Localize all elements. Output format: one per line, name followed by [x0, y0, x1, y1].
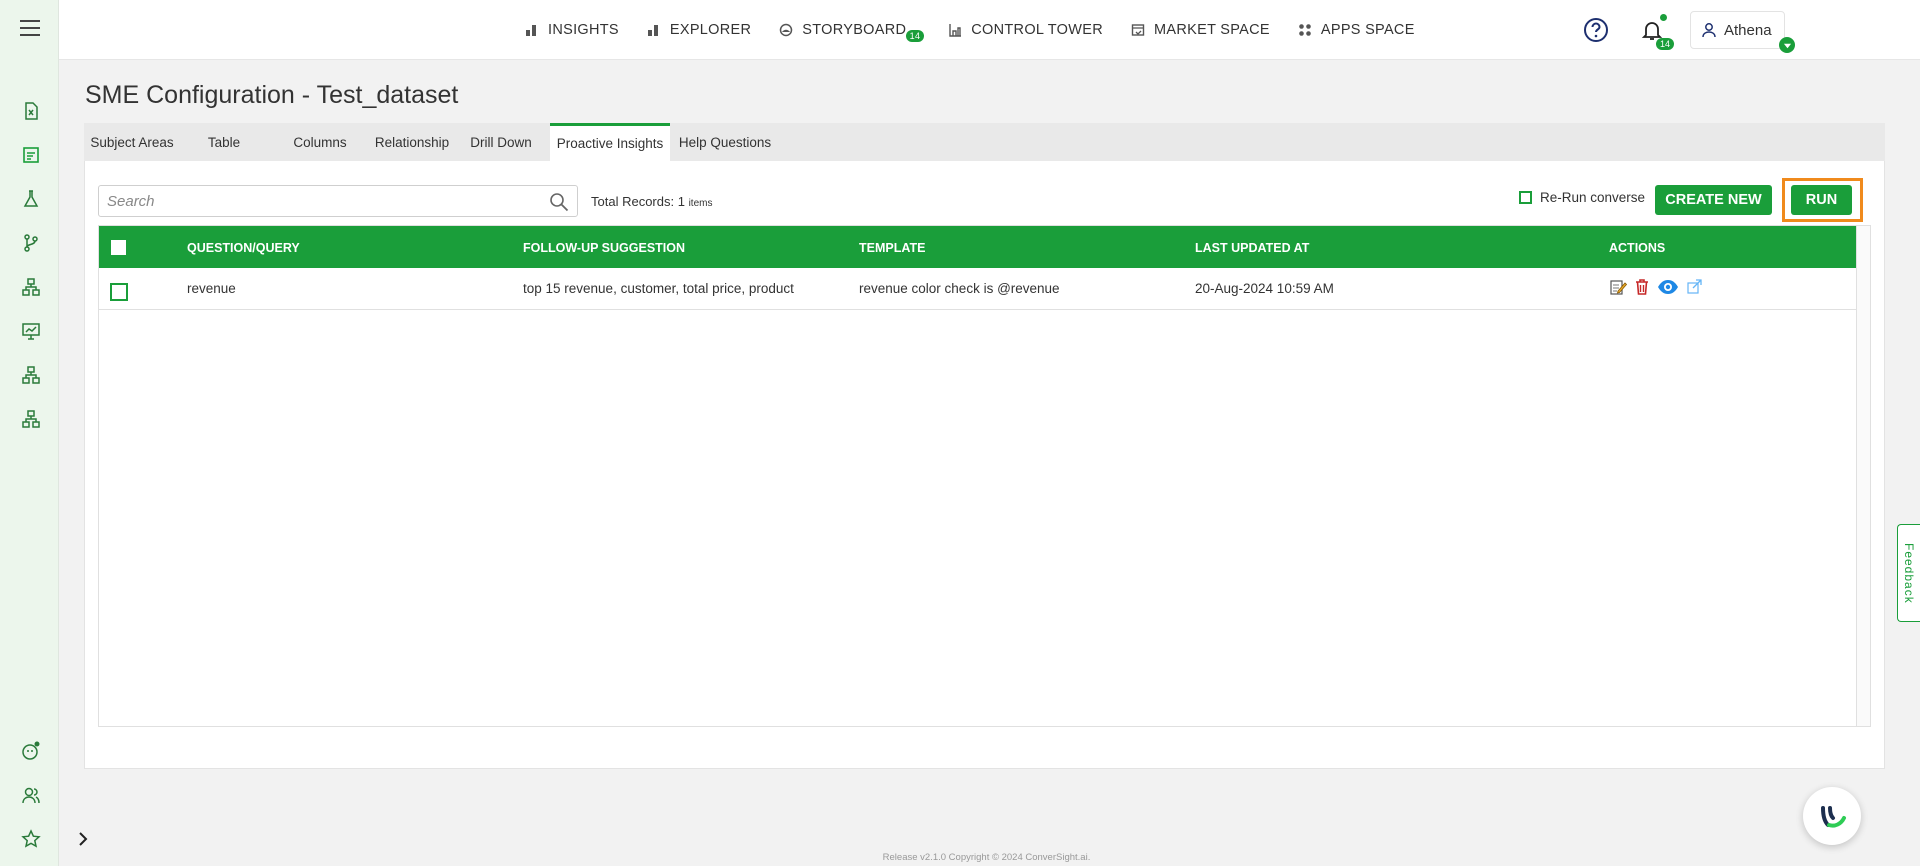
cell-question: revenue — [187, 281, 236, 296]
table-header: QUESTION/QUERY FOLLOW-UP SUGGESTION TEMP… — [99, 226, 1856, 268]
nav-control-tower-label: CONTROL TOWER — [971, 22, 1103, 38]
col-template[interactable]: TEMPLATE — [859, 241, 925, 255]
delete-icon[interactable] — [1633, 278, 1651, 296]
bar-chart-icon — [647, 23, 661, 37]
excel-file-icon[interactable] — [20, 100, 42, 122]
search-box — [98, 185, 578, 217]
nav-storyboard[interactable]: STORYBOARD 14 — [779, 22, 925, 42]
nav-storyboard-label: STORYBOARD — [802, 22, 907, 38]
user-dropdown-caret-icon[interactable] — [1779, 37, 1795, 53]
help-icon[interactable] — [1583, 17, 1609, 43]
notification-badge: 14 — [1656, 38, 1675, 50]
star-icon[interactable] — [20, 828, 42, 850]
share-link-icon[interactable] — [1685, 278, 1703, 296]
col-last-updated[interactable]: LAST UPDATED AT — [1195, 241, 1309, 255]
nav-insights-label: INSIGHTS — [548, 22, 619, 38]
hamburger-menu-icon[interactable] — [20, 20, 40, 38]
row-actions — [1609, 278, 1709, 296]
config-tabs: Subject Areas Table Columns Relationship… — [84, 123, 1885, 161]
col-actions: ACTIONS — [1609, 241, 1666, 255]
storyboard-icon — [779, 23, 793, 37]
tab-help-questions[interactable]: Help Questions — [670, 123, 780, 161]
presentation-icon[interactable] — [20, 320, 42, 342]
search-input[interactable] — [107, 186, 537, 216]
col-followup[interactable]: FOLLOW-UP SUGGESTION — [523, 241, 685, 255]
main-nav: INSIGHTS EXPLORER STORYBOARD 14 CONTROL … — [525, 0, 1443, 60]
left-sidebar — [0, 0, 59, 866]
branch-icon[interactable] — [20, 232, 42, 254]
select-all-checkbox[interactable] — [111, 240, 126, 255]
hierarchy-icon-3[interactable] — [20, 408, 42, 430]
insights-table: QUESTION/QUERY FOLLOW-UP SUGGESTION TEMP… — [98, 225, 1871, 727]
user-icon — [1702, 23, 1716, 38]
nav-apps-space-label: APPS SPACE — [1320, 22, 1415, 38]
assistant-logo-icon — [1821, 806, 1846, 828]
tab-table[interactable]: Table — [180, 123, 268, 161]
storyboard-badge: 14 — [905, 30, 925, 42]
nav-market-space[interactable]: MARKET SPACE — [1131, 22, 1270, 38]
run-button[interactable]: RUN — [1791, 185, 1852, 215]
tab-subject-areas[interactable]: Subject Areas — [84, 123, 180, 161]
rerun-converse-toggle[interactable]: Re-Run converse — [1519, 190, 1645, 205]
rerun-checkbox[interactable] — [1519, 191, 1532, 204]
tab-drill-down[interactable]: Drill Down — [452, 123, 550, 161]
table-scrollbar[interactable] — [1856, 226, 1870, 726]
tab-columns[interactable]: Columns — [268, 123, 372, 161]
rerun-label: Re-Run converse — [1540, 190, 1646, 205]
cell-template: revenue color check is @revenue — [859, 281, 1060, 296]
report-icon[interactable] — [20, 144, 42, 166]
hierarchy-icon[interactable] — [20, 276, 42, 298]
total-records-unit: items — [688, 198, 713, 209]
total-records-label: Total Records: — [591, 194, 675, 209]
feedback-tab[interactable]: Feedback — [1897, 524, 1920, 622]
create-new-button[interactable]: CREATE NEW — [1655, 185, 1772, 215]
apps-grid-icon — [1298, 23, 1312, 37]
expand-sidebar-chevron-icon[interactable] — [76, 830, 90, 848]
flask-icon[interactable] — [20, 188, 42, 210]
chat-assistant-button[interactable] — [1803, 787, 1861, 845]
notification-dot — [1660, 14, 1667, 21]
edit-icon[interactable] — [1609, 278, 1627, 296]
tab-relationship[interactable]: Relationship — [372, 123, 452, 161]
cell-last-updated: 20-Aug-2024 10:59 AM — [1195, 281, 1334, 296]
market-icon — [1131, 23, 1145, 37]
row-checkbox[interactable] — [110, 283, 128, 301]
user-name: Athena — [1724, 21, 1772, 39]
nav-control-tower[interactable]: CONTROL TOWER — [948, 22, 1103, 38]
bar-chart-icon — [525, 23, 539, 37]
cell-followup: top 15 revenue, customer, total price, p… — [523, 281, 794, 296]
footer-copyright: Release v2.1.0 Copyright © 2024 ConverSi… — [882, 852, 1091, 863]
tower-icon — [948, 23, 962, 37]
search-icon[interactable] — [549, 192, 569, 212]
table-row: revenue top 15 revenue, customer, total … — [99, 268, 1856, 310]
user-menu[interactable]: Athena — [1690, 11, 1785, 49]
users-icon[interactable] — [20, 784, 42, 806]
total-records-count: 1 — [677, 194, 685, 209]
nav-insights[interactable]: INSIGHTS — [525, 22, 619, 38]
nav-apps-space[interactable]: APPS SPACE — [1298, 22, 1415, 38]
nav-market-space-label: MARKET SPACE — [1154, 22, 1270, 38]
col-question[interactable]: QUESTION/QUERY — [187, 241, 300, 255]
view-eye-icon[interactable] — [1657, 278, 1679, 296]
nav-explorer[interactable]: EXPLORER — [647, 22, 751, 38]
tab-proactive-insights[interactable]: Proactive Insights — [550, 123, 670, 161]
total-records: Total Records: 1 items — [591, 194, 712, 209]
hierarchy-icon-2[interactable] — [20, 364, 42, 386]
nav-explorer-label: EXPLORER — [669, 22, 752, 38]
page-title: SME Configuration - Test_dataset — [85, 81, 459, 109]
bot-icon[interactable] — [20, 740, 42, 762]
